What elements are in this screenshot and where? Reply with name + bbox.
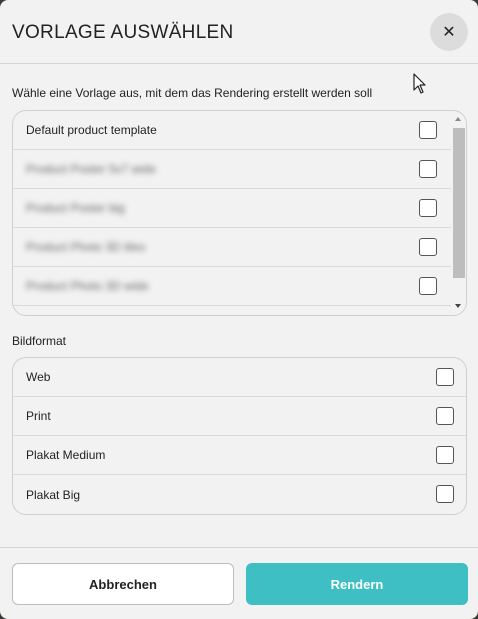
cancel-button[interactable]: Abbrechen [12, 563, 234, 605]
template-list-scrollbar[interactable] [451, 111, 466, 315]
template-item-label: Default product template [26, 123, 157, 137]
template-item-label: Product Poster 5x7 wide [26, 162, 157, 176]
dialog-title: VORLAGE AUSWÄHLEN [12, 22, 234, 43]
template-checkbox[interactable] [419, 238, 437, 256]
template-checkbox[interactable] [419, 199, 437, 217]
format-checkbox[interactable] [436, 485, 454, 503]
close-icon: ✕ [442, 24, 456, 41]
template-item[interactable]: Product Poster big [13, 189, 451, 228]
format-checkbox[interactable] [436, 446, 454, 464]
template-item-label: Product Photo 3D tiles [26, 240, 146, 254]
format-list: Web Print Plakat Medium Plakat Big [12, 357, 467, 515]
format-item-label: Plakat Medium [26, 448, 106, 462]
template-item[interactable]: Product Poster 5x7 wide [13, 150, 451, 189]
template-checkbox[interactable] [419, 277, 437, 295]
format-item-label: Print [26, 409, 51, 423]
format-section-label: Bildformat [12, 334, 67, 348]
format-item-plakat-big[interactable]: Plakat Big [13, 475, 466, 514]
scroll-down-arrow-icon[interactable] [455, 304, 461, 308]
close-button[interactable]: ✕ [430, 13, 468, 51]
template-item[interactable]: Product Photo 3D tiles [13, 228, 451, 267]
render-button[interactable]: Rendern [246, 563, 468, 605]
format-checkbox[interactable] [436, 368, 454, 386]
format-checkbox[interactable] [436, 407, 454, 425]
template-list: Default product template Product Poster … [12, 110, 467, 316]
template-item-label: Product Photo 3D wide [26, 279, 149, 293]
template-item[interactable]: Product Photo 3D wide [13, 267, 451, 306]
dialog-subtitle: Wähle eine Vorlage aus, mit dem das Rend… [12, 86, 373, 100]
format-item-plakat-medium[interactable]: Plakat Medium [13, 436, 466, 475]
template-checkbox[interactable] [419, 121, 437, 139]
format-item-web[interactable]: Web [13, 358, 466, 397]
template-checkbox[interactable] [419, 160, 437, 178]
dialog-footer: Abbrechen Rendern [0, 547, 478, 619]
template-item-label: Product Poster big [26, 201, 125, 215]
dialog-header: VORLAGE AUSWÄHLEN ✕ [0, 0, 478, 64]
template-select-dialog: VORLAGE AUSWÄHLEN ✕ Wähle eine Vorlage a… [0, 0, 478, 619]
format-item-print[interactable]: Print [13, 397, 466, 436]
format-item-label: Plakat Big [26, 487, 81, 502]
format-item-label: Web [26, 370, 51, 384]
scroll-up-arrow-icon[interactable] [455, 117, 461, 121]
scrollbar-thumb[interactable] [453, 128, 465, 278]
mouse-cursor-icon [413, 73, 426, 94]
template-item[interactable]: Default product template [13, 111, 451, 150]
